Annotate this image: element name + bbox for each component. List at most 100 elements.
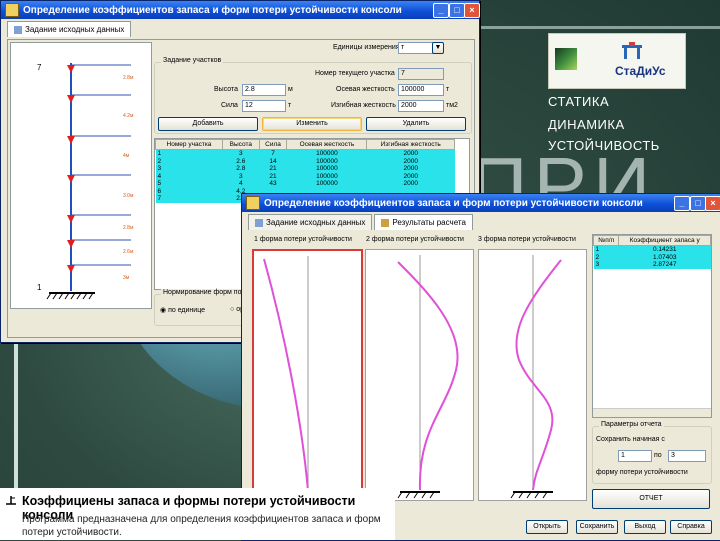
buckling-form-1-curve xyxy=(263,256,328,500)
window-title: Определение коэффициентов запаса и форм … xyxy=(23,4,402,16)
table-row[interactable]: 1 3 7 100000 2000 xyxy=(155,149,455,158)
scheme-panel: 7 1 2.8м 4.2м 4м 3.0м 2.8м 2.6м 3м xyxy=(10,42,152,309)
table-cell: 21 xyxy=(259,165,287,173)
table-cell: 43 xyxy=(259,180,287,188)
table-cell: 2000 xyxy=(366,172,455,180)
table-row[interactable]: 4 3 21 100000 2000 xyxy=(155,172,455,180)
column-header[interactable]: Сила xyxy=(258,139,288,150)
table-cell: 2 xyxy=(593,253,619,261)
table-cell: 7 xyxy=(155,195,223,203)
norm-option-unit-label: по единице xyxy=(168,307,206,314)
table-cell: 5 xyxy=(155,180,223,188)
table-cell: 3 xyxy=(155,165,223,173)
height-label: Высота xyxy=(214,86,239,93)
table-cell: 7 xyxy=(259,149,287,158)
table-cell: 4 xyxy=(155,172,223,180)
bending-stiffness-label: Изгибная жесткость xyxy=(331,102,396,109)
segment-height-label: 2.8м xyxy=(123,225,134,231)
table-cell: 100000 xyxy=(286,172,367,180)
results-table-panel: №п/п Коэффициент запаса у 1 0.14231 2 1.0740… xyxy=(592,234,712,418)
maximize-button[interactable]: □ xyxy=(449,3,465,18)
report-params-title: Параметры отчета xyxy=(599,421,664,428)
edit-button[interactable]: Изменить xyxy=(262,117,362,131)
buckling-form-1-plot[interactable] xyxy=(252,249,363,503)
axial-stiffness-unit: т xyxy=(446,86,450,93)
results-window-titlebar[interactable]: Определение коэффициентов запаса и форм … xyxy=(242,194,720,212)
menu-statics[interactable]: СТАТИКА xyxy=(548,94,609,109)
table-cell: 1.07403 xyxy=(618,253,711,261)
table-cell: 100000 xyxy=(286,180,367,188)
tab-input-data[interactable]: Задание исходных данных xyxy=(7,21,132,37)
bending-stiffness-input[interactable]: 2000 xyxy=(398,100,444,112)
column-header[interactable]: Номер участка xyxy=(155,139,223,150)
bending-stiffness-unit: тм2 xyxy=(446,102,458,109)
to-input[interactable]: 3 xyxy=(668,450,706,462)
units-label: Единицы измерения xyxy=(333,44,400,51)
tab-results[interactable]: Результаты расчета xyxy=(374,214,473,230)
logo: СтаДиУс xyxy=(548,33,686,89)
column-header[interactable]: №п/п xyxy=(592,235,620,246)
input-window-titlebar[interactable]: Определение коэффициентов запаса и форм … xyxy=(1,1,480,19)
report-button[interactable]: ОТЧЕТ xyxy=(592,489,710,509)
column-header[interactable]: Изгибная жесткость xyxy=(366,139,455,150)
maximize-button[interactable]: □ xyxy=(690,196,706,211)
force-label: Сила xyxy=(221,102,238,109)
app-icon xyxy=(5,3,19,17)
tab-label: Задание исходных данных xyxy=(25,25,125,34)
plot2-title: 2 форма потери устойчивости xyxy=(366,236,464,243)
open-button[interactable]: Открыть xyxy=(526,520,568,534)
tab-icon xyxy=(381,218,390,227)
table-cell: 2000 xyxy=(366,149,455,158)
plot3-title: 3 форма потери устойчивости xyxy=(478,236,576,243)
column-header[interactable]: Осевая жесткость xyxy=(286,139,368,150)
plot1-title: 1 форма потери устойчивости xyxy=(254,236,352,243)
window-title: Определение коэффициентов запаса и форм … xyxy=(264,197,643,209)
table-row[interactable]: 1 0.14231 xyxy=(593,245,711,254)
units-dropdown-arrow[interactable]: ▼ xyxy=(432,42,444,54)
table-row[interactable]: 2 2.6 14 100000 2000 xyxy=(155,157,455,165)
buckling-form-2-plot[interactable] xyxy=(365,249,474,501)
table-cell: 1 xyxy=(155,149,223,158)
height-input[interactable]: 2.8 xyxy=(242,84,286,96)
segments-group-title: Задание участков xyxy=(161,57,224,64)
table-cell: 2.8 xyxy=(222,165,260,173)
tab-input-data[interactable]: Задание исходных данных xyxy=(248,214,373,230)
force-input[interactable]: 12 xyxy=(242,100,286,112)
horizontal-scrollbar[interactable] xyxy=(593,408,711,417)
add-button[interactable]: Добавить xyxy=(158,117,258,131)
save-button[interactable]: Сохранить xyxy=(576,520,618,534)
table-cell: 100000 xyxy=(286,165,367,173)
table-row[interactable]: 3 2.87247 xyxy=(593,261,711,269)
caption-body: Программа предназначена для определения … xyxy=(22,514,381,538)
table-cell: 100000 xyxy=(286,149,367,158)
scheme-top-label: 7 xyxy=(37,63,42,72)
current-segment-label: Номер текущего участка xyxy=(315,70,395,77)
from-input[interactable]: 1 xyxy=(618,450,652,462)
table-cell: 0.14231 xyxy=(618,245,711,254)
column-header[interactable]: Высота xyxy=(221,139,260,150)
table-row[interactable]: 5 4 43 100000 2000 xyxy=(155,180,455,188)
buckling-form-3-plot[interactable] xyxy=(478,249,587,501)
table-cell: 2.6 xyxy=(222,157,260,165)
menu-stability[interactable]: УСТОЙЧИВОСТЬ xyxy=(548,138,660,153)
buckling-form-3-curve xyxy=(510,255,562,499)
menu-dynamics[interactable]: ДИНАМИКА xyxy=(548,117,625,132)
logo-frame-icon xyxy=(622,42,642,59)
axial-stiffness-input[interactable]: 100000 xyxy=(398,84,444,96)
minimize-button[interactable]: _ xyxy=(433,3,449,18)
norm-option-unit[interactable]: ◉ по единице xyxy=(160,306,205,314)
tab-label: Результаты расчета xyxy=(392,218,466,227)
app-icon xyxy=(246,196,260,210)
exit-button[interactable]: Выход xyxy=(624,520,666,534)
help-button[interactable]: Справка xyxy=(670,520,712,534)
minimize-button[interactable]: _ xyxy=(674,196,690,211)
table-row[interactable]: 3 2.8 21 100000 2000 xyxy=(155,165,455,173)
close-button[interactable]: × xyxy=(464,3,480,18)
scheme-bottom-label: 1 xyxy=(37,283,42,292)
table-cell: 1 xyxy=(593,245,619,254)
column-header[interactable]: Коэффициент запаса у xyxy=(618,235,711,246)
close-button[interactable]: × xyxy=(705,196,720,211)
delete-button[interactable]: Удалить xyxy=(366,117,466,131)
tab-label: Задание исходных данных xyxy=(266,218,366,227)
table-row[interactable]: 2 1.07403 xyxy=(593,253,711,261)
